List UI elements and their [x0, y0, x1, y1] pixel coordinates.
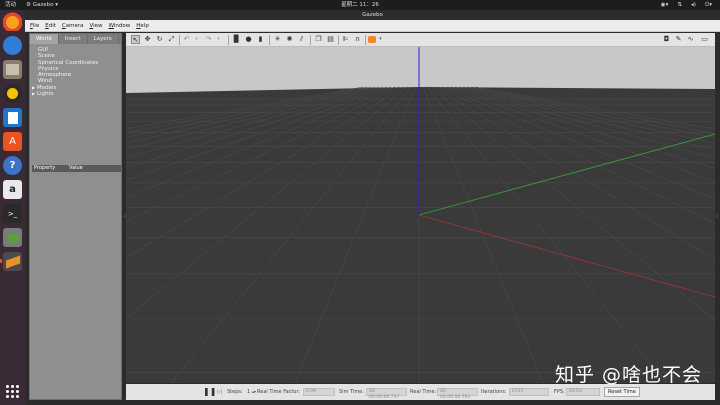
rhythmbox-icon[interactable] [3, 84, 22, 103]
firefox-icon[interactable] [3, 12, 22, 31]
writer-icon[interactable] [3, 108, 22, 127]
amazon-icon[interactable]: a [3, 180, 22, 199]
tab-insert[interactable]: Insert [59, 34, 88, 44]
menu-camera[interactable]: Camera [62, 23, 84, 29]
menu-bar: File Edit Camera View Window Help [25, 20, 720, 32]
tree-item-lights-label: Lights [37, 91, 54, 98]
property-column-header: Property [34, 165, 56, 171]
ground-grid [126, 86, 715, 383]
scene-viewport[interactable] [126, 47, 715, 383]
screenshot-icon[interactable]: ◘ [662, 35, 671, 44]
file-manager-icon[interactable] [3, 228, 22, 247]
steps-value[interactable]: 1 [247, 384, 250, 400]
menu-file[interactable]: File [30, 23, 39, 29]
power-icon[interactable]: ⏻▾ [705, 0, 712, 10]
menu-edit[interactable]: Edit [45, 23, 56, 29]
steps-stepper-icon[interactable]: ▴▾ [252, 384, 256, 400]
tab-world[interactable]: World [30, 34, 59, 44]
real-time-field: 00 00:00:06.793 [437, 388, 478, 400]
snap-icon[interactable]: ∩ [353, 35, 362, 44]
sim-time-field: 00 00:00:06.737 [366, 388, 407, 400]
iterations-field: 6737 [509, 388, 549, 396]
sphere-shape-icon[interactable]: ● [244, 35, 253, 44]
panel-tabs: World Insert Layers [30, 34, 121, 44]
pause-icon[interactable]: ❚❚ [203, 384, 216, 400]
launcher-dock: A ? a >_ [0, 10, 25, 405]
input-method-icon[interactable]: ◉▾ [661, 0, 669, 10]
tree-item-models-label: Models [37, 84, 57, 91]
align-icon[interactable]: ⊫ [341, 35, 350, 44]
scale-mode-icon[interactable]: ⤢ [167, 35, 176, 44]
menu-window[interactable]: Window [109, 23, 131, 29]
show-applications-icon[interactable] [5, 384, 20, 399]
fps-field: 60.53 [566, 388, 600, 396]
sim-time-label: Sim Time: [339, 389, 364, 395]
help-icon[interactable]: ? [3, 156, 22, 175]
spot-light-icon[interactable]: ✺ [285, 35, 294, 44]
right-splitter-handle[interactable]: ⁞ [715, 213, 719, 221]
redo-history-icon[interactable]: ▾ [214, 35, 223, 44]
world-tree: GUI Scene Spherical Coordinates Physics … [30, 44, 121, 97]
system-tray[interactable]: ◉▾ ⇅ ◂) ⏻▾ [661, 0, 712, 10]
world-panel: World Insert Layers GUI Scene Spherical … [29, 33, 122, 400]
x-axis-line [418, 214, 715, 298]
value-column-header: Value [69, 165, 83, 171]
scene-canvas[interactable] [126, 47, 715, 383]
sky-region [126, 47, 715, 93]
gazebo-icon[interactable] [0, 252, 22, 271]
view-angle-dropdown-icon[interactable]: ▾ [376, 35, 385, 44]
view-angle-indicator [368, 36, 376, 43]
clock[interactable]: 星期二 11：26 [0, 0, 720, 10]
toolbar: ↖ ✥ ↻ ⤢ ↶ ▾ ↷ ▾ ▉ ● ▮ ✳ ✺ ⫽ ❐ ▤ ⊫ ∩ ▣ ▾ … [126, 33, 715, 47]
iterations-label: Iterations: [481, 389, 507, 395]
step-icon[interactable]: ▷| [217, 384, 223, 400]
undo-icon[interactable]: ↶ [182, 35, 191, 44]
copy-icon[interactable]: ❐ [314, 35, 323, 44]
property-header: Property Value [32, 165, 121, 172]
menu-help[interactable]: Help [136, 23, 149, 29]
real-time-label: Real Time: [410, 389, 437, 395]
undo-history-icon[interactable]: ▾ [192, 35, 201, 44]
window-title: Gazebo [362, 12, 383, 18]
point-light-icon[interactable]: ✳ [273, 35, 282, 44]
log-icon[interactable]: ✎ [674, 35, 683, 44]
terminal-icon[interactable]: >_ [3, 204, 22, 223]
desktop: 活动 ⚙ Gazebo ▾ 星期二 11：26 ◉▾ ⇅ ◂) ⏻▾ A ? a… [0, 0, 720, 405]
real-time-factor-field: 0.99 [303, 388, 335, 396]
thunderbird-icon[interactable] [3, 36, 22, 55]
select-mode-icon[interactable]: ↖ [131, 35, 140, 44]
window-titlebar[interactable]: Gazebo [25, 10, 720, 20]
translate-mode-icon[interactable]: ✥ [143, 35, 152, 44]
tab-layers[interactable]: Layers [88, 34, 119, 44]
box-shape-icon[interactable]: ▉ [232, 35, 241, 44]
redo-icon[interactable]: ↷ [204, 35, 213, 44]
menu-view[interactable]: View [89, 23, 102, 29]
reset-time-button[interactable]: Reset Time [604, 387, 640, 397]
real-time-factor-label: Real Time Factor: [257, 389, 301, 395]
paste-icon[interactable]: ▤ [326, 35, 335, 44]
files-icon[interactable] [3, 60, 22, 79]
directional-light-icon[interactable]: ⫽ [297, 35, 306, 44]
steps-label: Steps: [227, 389, 243, 395]
volume-icon[interactable]: ◂) [691, 0, 696, 10]
video-record-icon[interactable]: ▭ [700, 35, 709, 44]
network-icon[interactable]: ⇅ [677, 0, 682, 10]
system-top-bar: 活动 ⚙ Gazebo ▾ 星期二 11：26 ◉▾ ⇅ ◂) ⏻▾ [0, 0, 720, 10]
cylinder-shape-icon[interactable]: ▮ [256, 35, 265, 44]
tree-item-lights[interactable]: ▶ Lights [32, 91, 121, 98]
plot-icon[interactable]: ∿ [686, 35, 695, 44]
watermark: 知乎 @啥也不会 [554, 364, 702, 386]
rotate-mode-icon[interactable]: ↻ [155, 35, 164, 44]
software-center-icon[interactable]: A [3, 132, 22, 151]
